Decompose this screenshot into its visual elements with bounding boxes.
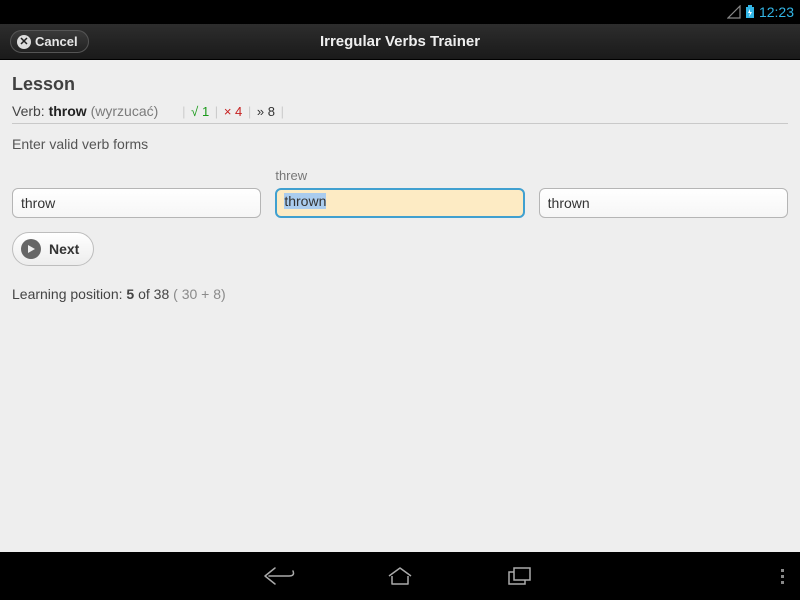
recents-button[interactable] [500,560,540,592]
instruction-text: Enter valid verb forms [12,136,788,152]
lesson-heading: Lesson [12,74,788,95]
divider [12,123,788,124]
verb-translation: (wyrzucać) [91,103,159,119]
verb-label: Verb: [12,103,49,119]
hint-participle [539,168,788,184]
android-status-bar: 12:23 [0,0,800,24]
hint-past: threw [275,168,524,184]
learning-position: Learning position: 5 of 38 ( 30 + 8) [12,286,788,302]
hint-infinitive [12,168,261,184]
close-icon: ✕ [17,35,31,49]
app-action-bar: ✕ Cancel Irregular Verbs Trainer [0,24,800,60]
cancel-label: Cancel [35,34,78,49]
back-button[interactable] [260,560,300,592]
verb-word: throw [49,103,87,119]
verb-line: Verb: throw (wyrzucać) | √ 1 | × 4 | » 8… [12,103,788,119]
cancel-button[interactable]: ✕ Cancel [10,30,89,53]
battery-icon [745,5,755,19]
infinitive-input[interactable] [12,188,261,218]
lesson-content: Lesson Verb: throw (wyrzucać) | √ 1 | × … [0,60,800,552]
verb-forms-row: threw thrown [12,168,788,218]
play-icon [21,239,41,259]
clock: 12:23 [759,4,794,20]
android-nav-bar [0,552,800,600]
next-button[interactable]: Next [12,232,94,266]
past-input[interactable]: thrown [275,188,524,218]
participle-input[interactable] [539,188,788,218]
home-button[interactable] [380,560,420,592]
signal-icon [727,5,741,19]
verb-stats: | √ 1 | × 4 | » 8 | [180,104,286,119]
app-title: Irregular Verbs Trainer [0,33,800,50]
next-label: Next [49,241,79,257]
overflow-button[interactable] [781,552,784,600]
